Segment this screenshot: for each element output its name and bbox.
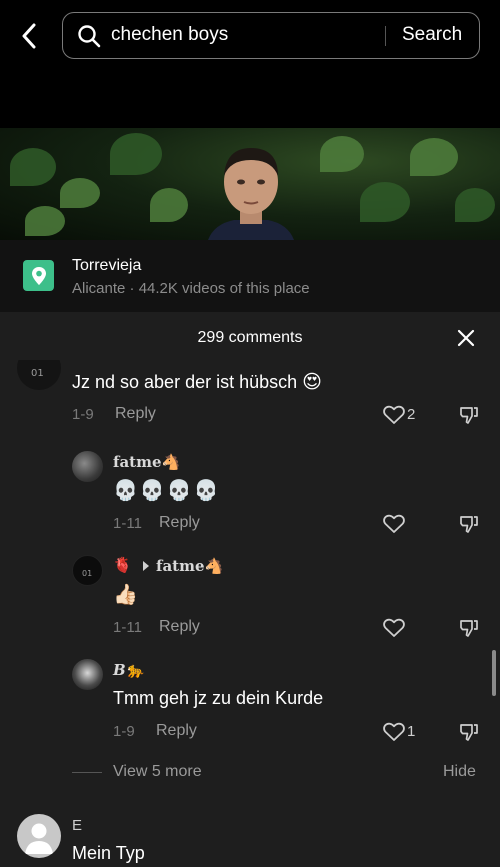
close-icon[interactable] — [456, 328, 476, 348]
divider-line — [72, 772, 102, 773]
comments-sheet: Torrevieja Alicante · 44.2K videos of th… — [0, 240, 500, 867]
comment-date: 1-9 — [72, 406, 94, 423]
comment-text: Mein Typ — [72, 843, 145, 863]
heart-icon[interactable] — [383, 514, 405, 534]
like-count: 2 — [407, 406, 416, 423]
reply-button[interactable]: Reply — [156, 722, 197, 740]
reply-to-username[interactable]: fatme🐴 — [156, 557, 223, 575]
search-input[interactable]: chechen boys Search — [62, 12, 480, 59]
top-bar: chechen boys Search — [0, 0, 500, 72]
reply-button[interactable]: Reply — [115, 405, 156, 423]
comment-username[interactable]: 🫀 — [113, 556, 132, 574]
comments-count: 299 comments — [197, 329, 303, 346]
avatar[interactable] — [17, 814, 61, 858]
comment-date: 1-11 — [113, 515, 142, 532]
comment-date: 1-9 — [113, 723, 135, 740]
heart-icon[interactable] — [383, 618, 405, 638]
place-subtitle: Alicante · 44.2K videos of this place — [72, 280, 310, 297]
video-preview[interactable] — [0, 128, 500, 240]
avatar[interactable]: 01 — [72, 555, 103, 586]
hide-button[interactable]: Hide — [443, 763, 476, 781]
dislike-icon[interactable] — [459, 618, 479, 638]
view-more-button[interactable]: View 5 more — [113, 763, 202, 781]
search-query[interactable]: chechen boys — [111, 24, 228, 46]
place-banner[interactable]: Torrevieja Alicante · 44.2K videos of th… — [0, 240, 500, 312]
avatar[interactable] — [72, 451, 103, 482]
comment-text: Jz nd so aber der ist hübsch 😍 — [72, 372, 322, 393]
back-button[interactable] — [14, 20, 44, 52]
comment-username[interactable]: B🐆 — [113, 661, 144, 679]
like-count: 1 — [407, 723, 416, 740]
dislike-icon[interactable] — [459, 722, 479, 742]
comment-username[interactable]: E — [72, 817, 82, 834]
location-pin-icon — [23, 260, 54, 291]
dislike-icon[interactable] — [459, 405, 479, 425]
search-divider — [385, 26, 386, 46]
svg-text:01: 01 — [31, 368, 44, 379]
heart-icon[interactable] — [383, 722, 405, 742]
place-name: Torrevieja — [72, 257, 142, 274]
search-icon — [78, 25, 101, 48]
chevron-left-icon — [22, 23, 36, 49]
comment-text: 👍🏻 — [113, 584, 138, 606]
play-icon — [143, 561, 149, 571]
reply-button[interactable]: Reply — [159, 618, 200, 636]
search-button[interactable]: Search — [402, 24, 462, 46]
comment-text: Tmm geh jz zu dein Kurde — [113, 688, 324, 708]
scrollbar[interactable] — [492, 650, 496, 696]
comment-text: 💀💀💀💀 — [113, 480, 221, 502]
dislike-icon[interactable] — [459, 514, 479, 534]
comment-date: 1-11 — [113, 619, 142, 636]
comment-username[interactable]: fatme🐴 — [113, 453, 180, 471]
person-thumbnail — [208, 148, 294, 240]
avatar[interactable] — [72, 659, 103, 690]
comments-header: 299 comments — [0, 312, 500, 362]
reply-button[interactable]: Reply — [159, 514, 200, 532]
svg-text:01: 01 — [82, 569, 92, 578]
heart-icon[interactable] — [383, 405, 405, 425]
